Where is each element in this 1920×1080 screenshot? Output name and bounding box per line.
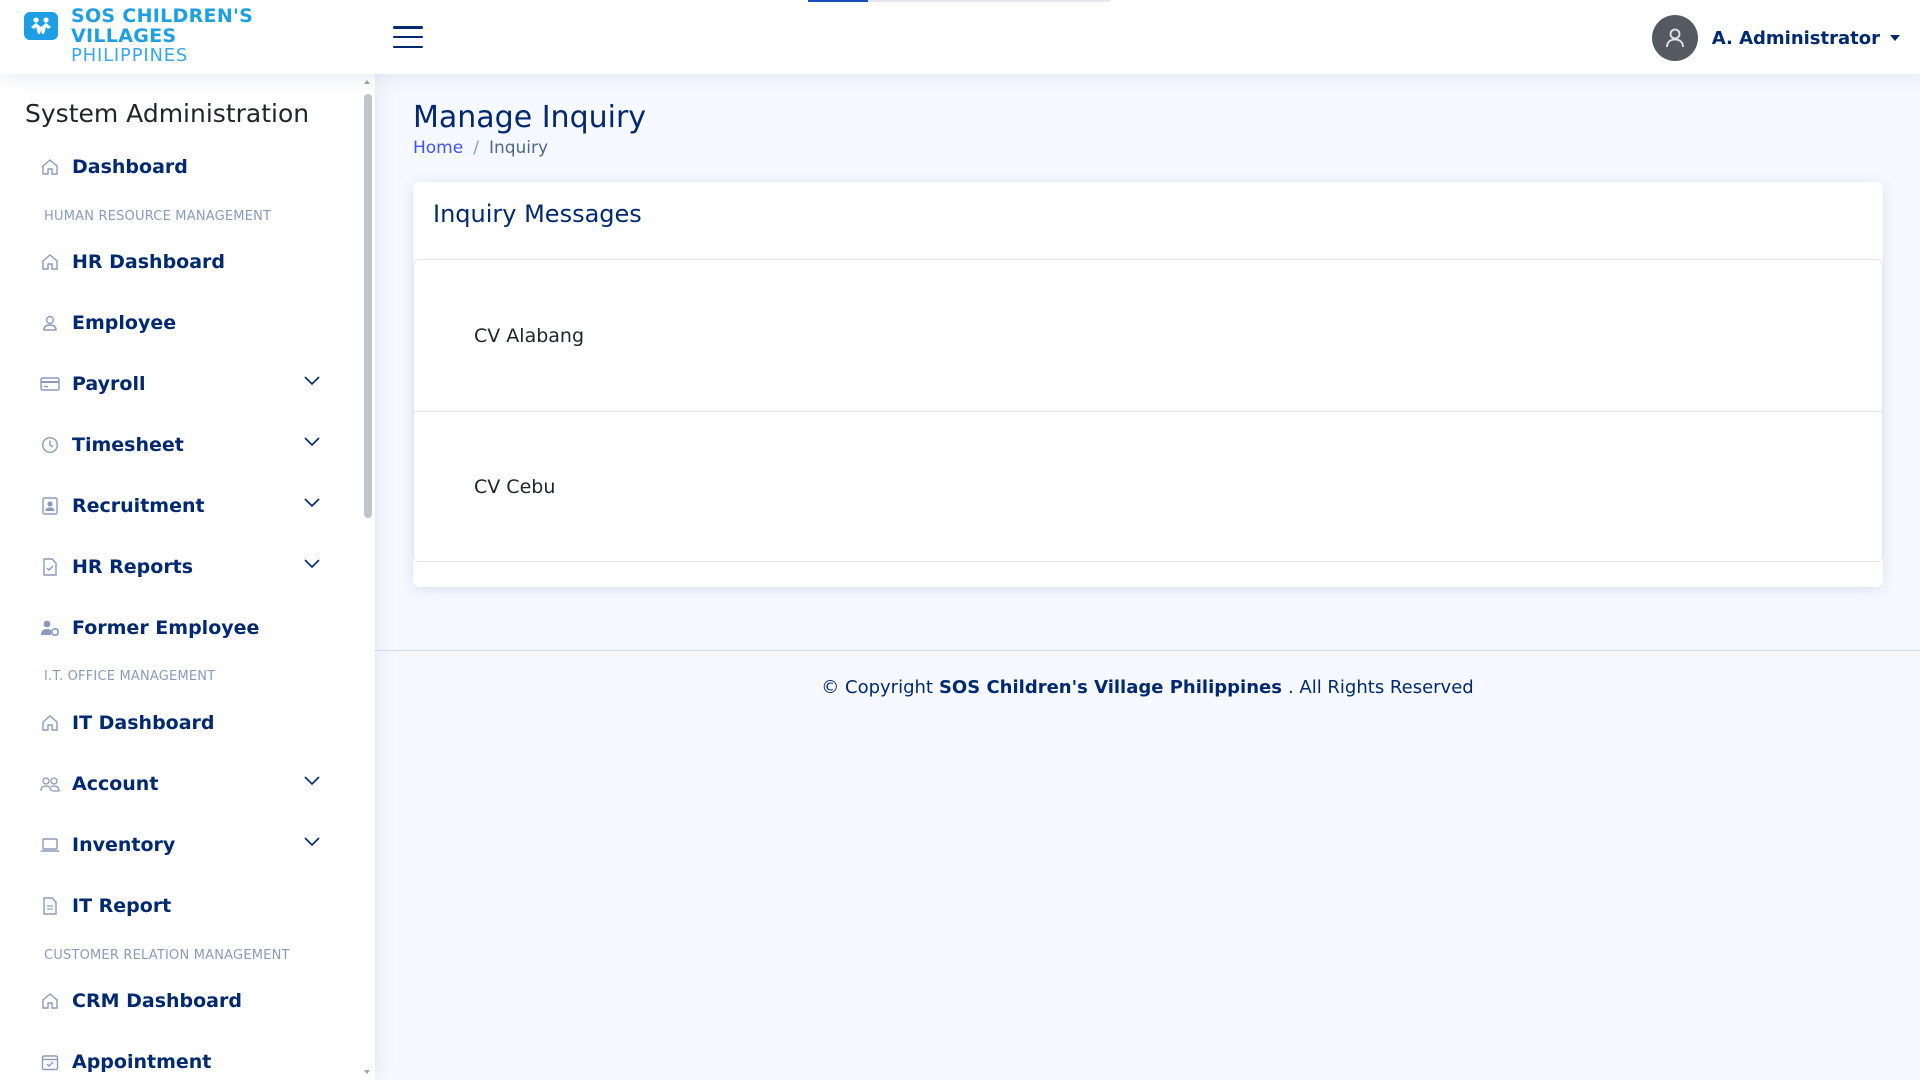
chevron-down-icon [304, 437, 320, 447]
inquiry-item-cv-alabang[interactable]: CV Alabang [414, 260, 1882, 411]
main-content: Manage Inquiry Home / Inquiry Inquiry Me… [375, 74, 1920, 1080]
calendar-check-icon [40, 1052, 60, 1072]
user-profile-dropdown[interactable]: A. Administrator [1651, 15, 1900, 61]
sidebar-item-payroll[interactable]: Payroll [40, 364, 320, 404]
person-icon [40, 313, 60, 333]
sidebar-item-account[interactable]: Account [40, 764, 320, 804]
sidebar-item-label: IT Dashboard [72, 712, 215, 734]
file-text-icon [40, 896, 60, 916]
sidebar-item-timesheet[interactable]: Timesheet [40, 425, 320, 465]
inquiry-item-cv-cebu[interactable]: CV Cebu [414, 411, 1882, 561]
sidebar-item-recruitment[interactable]: Recruitment [40, 486, 320, 526]
section-heading-hr: HUMAN RESOURCE MANAGEMENT [44, 209, 272, 224]
section-heading-crm: CUSTOMER RELATION MANAGEMENT [44, 948, 290, 963]
brand-logo[interactable]: SOS CHILDREN'S VILLAGES PHILIPPINES [24, 6, 253, 66]
sidebar-item-label: Account [72, 773, 159, 795]
sidebar-item-crm-dashboard[interactable]: CRM Dashboard [40, 981, 320, 1021]
sidebar-item-dashboard[interactable]: Dashboard [40, 147, 320, 187]
breadcrumb-separator: / [473, 138, 479, 158]
breadcrumb-home-link[interactable]: Home [413, 138, 463, 158]
credit-card-icon [40, 374, 60, 394]
footer-org-name: SOS Children's Village Philippines [938, 677, 1282, 698]
user-icon [1665, 28, 1684, 48]
card-title: Inquiry Messages [433, 200, 642, 228]
sidebar-title: System Administration [25, 99, 310, 128]
sos-logo-icon [24, 12, 58, 40]
inquiry-messages-card: Inquiry Messages CV Alabang CV Cebu [413, 182, 1883, 587]
scrollbar-thumb[interactable] [364, 94, 372, 518]
sidebar-item-label: Timesheet [72, 434, 184, 456]
sidebar-item-label: Former Employee [72, 617, 260, 639]
chevron-down-icon [304, 559, 320, 569]
chevron-down-icon [304, 498, 320, 508]
top-header: SOS CHILDREN'S VILLAGES PHILIPPINES A. A… [0, 0, 1920, 74]
laptop-icon [40, 835, 60, 855]
breadcrumb: Home / Inquiry [413, 138, 548, 158]
sidebar-item-label: Payroll [72, 373, 146, 395]
sidebar-item-label: HR Dashboard [72, 251, 226, 273]
sidebar: System Administration Dashboard HUMAN RE… [0, 74, 375, 1080]
sidebar-item-label: IT Report [72, 895, 172, 917]
people-icon [40, 774, 60, 794]
footer: © Copyright SOS Children's Village Phili… [375, 650, 1920, 730]
sidebar-item-inventory[interactable]: Inventory [40, 825, 320, 865]
logo-text-line2: VILLAGES [71, 25, 177, 47]
user-name: A. Administrator [1711, 27, 1880, 49]
home-icon [40, 991, 60, 1011]
sidebar-item-label: CRM Dashboard [72, 990, 242, 1012]
person-badge-icon [40, 496, 60, 516]
sidebar-item-hr-dashboard[interactable]: HR Dashboard [40, 242, 320, 282]
footer-copyright-suffix: . All Rights Reserved [1287, 677, 1474, 698]
logo-text-line1: SOS CHILDREN'S [71, 5, 254, 27]
logo-text-line3: PHILIPPINES [71, 45, 189, 66]
sidebar-item-label: Inventory [72, 834, 176, 856]
page-title: Manage Inquiry [413, 100, 647, 135]
scroll-down-arrow-icon[interactable] [364, 1070, 370, 1074]
breadcrumb-current: Inquiry [488, 138, 549, 158]
sidebar-item-former-employee[interactable]: Former Employee [40, 608, 320, 648]
sidebar-item-label: Recruitment [72, 495, 205, 517]
person-gear-icon [40, 618, 60, 638]
chevron-down-icon [304, 376, 320, 386]
sidebar-scrollbar[interactable] [362, 80, 372, 1074]
chevron-down-icon [304, 776, 320, 786]
sidebar-item-employee[interactable]: Employee [40, 303, 320, 343]
file-check-icon [40, 557, 60, 577]
caret-down-icon [1890, 35, 1900, 41]
scroll-up-arrow-icon[interactable] [364, 80, 370, 84]
sidebar-item-appointment[interactable]: Appointment [40, 1042, 320, 1080]
home-icon [40, 157, 60, 177]
section-heading-it: I.T. OFFICE MANAGEMENT [44, 669, 216, 684]
sidebar-item-it-dashboard[interactable]: IT Dashboard [40, 703, 320, 743]
clock-icon [40, 435, 60, 455]
top-progress-indicator [808, 0, 1110, 2]
sidebar-toggle-button[interactable] [393, 26, 423, 48]
footer-copyright-prefix: © Copyright [821, 677, 933, 698]
sidebar-item-it-report[interactable]: IT Report [40, 886, 320, 926]
sidebar-item-label: Dashboard [72, 156, 188, 178]
sidebar-item-label: Appointment [72, 1051, 212, 1073]
sidebar-item-label: HR Reports [72, 556, 194, 578]
chevron-down-icon [304, 837, 320, 847]
avatar [1651, 15, 1698, 61]
home-icon [40, 252, 60, 272]
home-icon [40, 713, 60, 733]
sidebar-item-hr-reports[interactable]: HR Reports [40, 547, 320, 587]
inquiry-list: CV Alabang CV Cebu [413, 259, 1883, 562]
sidebar-item-label: Employee [72, 312, 177, 334]
